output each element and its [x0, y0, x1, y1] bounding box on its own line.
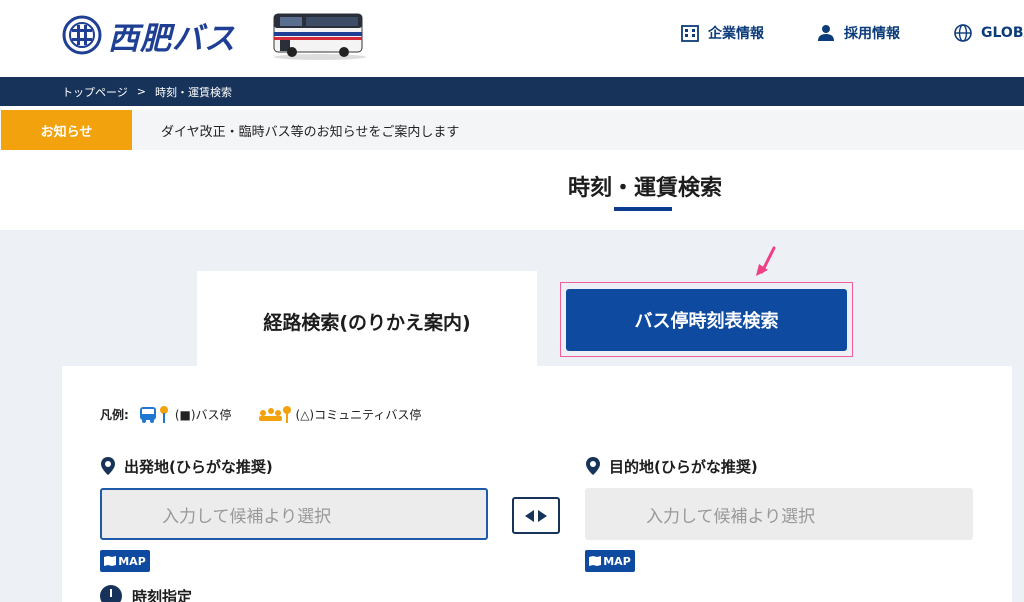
breadcrumb-current: 時刻・運賃検索	[155, 85, 232, 99]
site-logo[interactable]: 西肥バス	[62, 12, 236, 58]
tab-bus-stop-timetable-search[interactable]: バス停時刻表検索	[566, 289, 847, 351]
community-bus-stop-icon	[258, 406, 291, 423]
notice-bar: お知らせ ダイヤ改正・臨時バス等のお知らせをご案内します	[0, 110, 1024, 150]
nav-recruit-info[interactable]: 採用情報	[816, 22, 900, 44]
map-icon	[104, 556, 117, 566]
destination-map-label: MAP	[603, 554, 631, 568]
legend: 凡例: (■)バス停 (△)コミュニティバス停	[100, 404, 421, 424]
site-header: 西肥バス 企業情報 採用情報 GLOB	[0, 0, 1024, 77]
nav-recruit-label: 採用情報	[844, 26, 900, 42]
globe-icon	[954, 24, 972, 42]
notice-label: お知らせ	[1, 110, 132, 150]
breadcrumb: トップページ > 時刻・運賃検索	[0, 77, 1024, 106]
legend-community-bus-stop-label: (△)コミュニティバス停	[295, 407, 422, 422]
destination-input[interactable]: 入力して候補より選択	[585, 488, 973, 540]
swap-button[interactable]	[512, 497, 560, 534]
destination-label: 目的地(ひらがな推奨)	[585, 455, 758, 477]
search-form-panel	[62, 366, 1012, 602]
legend-bus-stop-label: (■)バス停	[174, 407, 232, 422]
location-pin-icon	[586, 457, 600, 475]
destination-label-text: 目的地(ひらがな推奨)	[609, 457, 758, 476]
breadcrumb-home-link[interactable]: トップページ	[62, 84, 128, 100]
legend-prefix: 凡例:	[100, 407, 129, 422]
departure-label: 出発地(ひらがな推奨)	[100, 455, 273, 477]
person-icon	[818, 25, 834, 41]
clock-icon	[100, 585, 122, 602]
departure-input[interactable]: 入力して候補より選択	[100, 488, 488, 540]
company-emblem-icon	[62, 15, 102, 55]
departure-map-label: MAP	[118, 554, 146, 568]
logo-text: 西肥バス	[108, 20, 236, 57]
destination-map-button[interactable]: MAP	[585, 550, 635, 572]
page-title: 時刻・運賃検索	[567, 176, 722, 201]
building-icon	[681, 25, 699, 42]
location-pin-icon	[101, 457, 115, 475]
map-icon	[589, 556, 602, 566]
departure-label-text: 出発地(ひらがな推奨)	[124, 457, 273, 476]
notice-text-link[interactable]: ダイヤ改正・臨時バス等のお知らせをご案内します	[161, 110, 459, 150]
tab-route-search[interactable]: 経路検索(のりかえ案内)	[197, 271, 537, 371]
nav-corporate-info[interactable]: 企業情報	[680, 22, 764, 44]
time-specification-text: 時刻指定	[132, 587, 193, 602]
title-underline	[614, 207, 672, 211]
time-specification-label: 時刻指定	[100, 585, 192, 602]
nav-corporate-label: 企業情報	[708, 26, 764, 42]
nav-global-label: GLOBA	[981, 25, 1024, 41]
departure-map-button[interactable]: MAP	[100, 550, 150, 572]
swap-arrows-icon	[525, 509, 547, 522]
nav-global[interactable]: GLOBA	[953, 22, 1024, 44]
bus-stop-icon	[139, 406, 168, 423]
pointer-arrow-icon	[756, 246, 776, 276]
breadcrumb-separator: >	[136, 85, 146, 98]
bus-illustration	[273, 13, 366, 60]
